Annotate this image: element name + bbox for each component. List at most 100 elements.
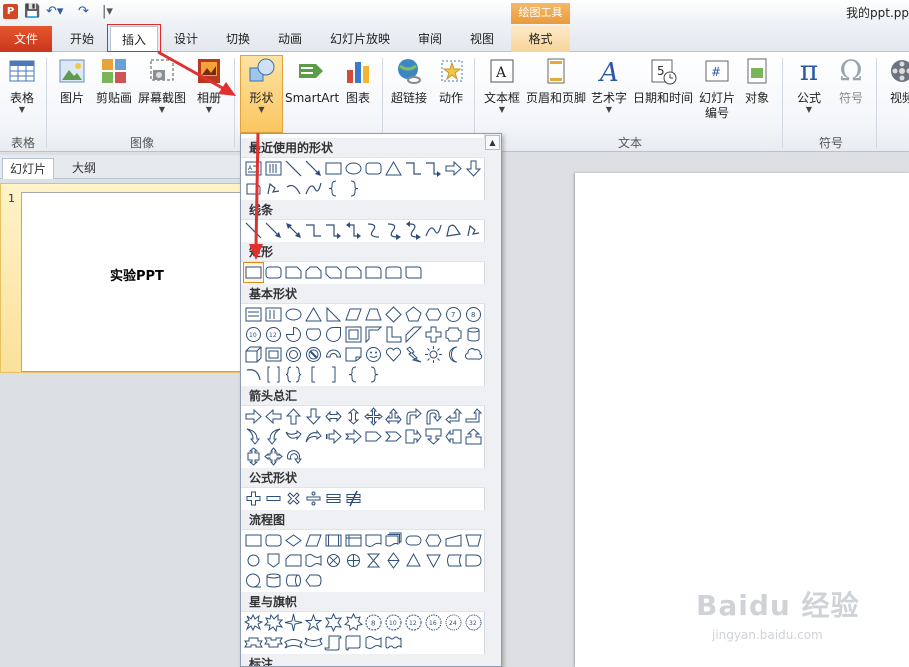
- object-button[interactable]: 对象: [740, 56, 774, 106]
- shape-vertical-textbox[interactable]: [264, 305, 283, 324]
- shape-trapezoid[interactable]: [364, 305, 383, 324]
- shape-pentagon-arrow[interactable]: [364, 427, 383, 446]
- shape-quad-arrow-callout[interactable]: [264, 447, 283, 466]
- shape-curved-down-arrow[interactable]: [304, 427, 323, 446]
- equation-button[interactable]: π 公式 ▼: [790, 56, 828, 114]
- shape-bevel[interactable]: [264, 345, 283, 364]
- shape-can[interactable]: [464, 325, 483, 344]
- shape-flowchart-process[interactable]: [244, 531, 263, 550]
- shape-right-triangle[interactable]: [324, 305, 343, 324]
- shape-cloud[interactable]: [464, 345, 483, 364]
- shape-scribble[interactable]: [464, 221, 483, 240]
- date-time-button[interactable]: 5 日期和时间: [631, 56, 695, 106]
- shape-right-bracket[interactable]: [324, 365, 343, 384]
- smartart-button[interactable]: SmartArt: [285, 56, 339, 106]
- shape-block-arc[interactable]: [324, 345, 343, 364]
- shape-moon[interactable]: [444, 345, 463, 364]
- shape-quad-arrow[interactable]: [364, 407, 383, 426]
- shape-explosion-2[interactable]: [264, 613, 283, 632]
- shape-striped-right-arrow[interactable]: [324, 427, 343, 446]
- shape-wave[interactable]: [364, 633, 383, 652]
- shape-down-arrow[interactable]: [464, 159, 483, 178]
- shape-arrow-line[interactable]: [304, 159, 323, 178]
- shape-plus[interactable]: [244, 489, 263, 508]
- shape-curved-double-arrow[interactable]: [404, 221, 423, 240]
- shape-bent-arrow[interactable]: [404, 407, 423, 426]
- shape-snip-single-corner[interactable]: [284, 263, 303, 282]
- header-footer-button[interactable]: 页眉和页脚: [525, 56, 587, 106]
- shape-right-arrow[interactable]: [444, 159, 463, 178]
- shape-elbow-connector[interactable]: [404, 159, 423, 178]
- shape-oval[interactable]: [344, 159, 363, 178]
- tab-file[interactable]: 文件: [0, 26, 52, 52]
- shape-flowchart-predefined-process[interactable]: [324, 531, 343, 550]
- shape-curved-arrow[interactable]: [384, 221, 403, 240]
- shape-flowchart-stored-data[interactable]: [444, 551, 463, 570]
- shape-down-arrow[interactable]: [304, 407, 323, 426]
- shape-half-frame[interactable]: [364, 325, 383, 344]
- gallery-scrollbar[interactable]: ▲: [484, 134, 501, 666]
- shape-right-brace[interactable]: [364, 365, 383, 384]
- shape-bent-up-arrow[interactable]: [464, 407, 483, 426]
- symbol-button[interactable]: Ω 符号: [832, 56, 870, 106]
- shape-vertical-textbox[interactable]: [264, 159, 283, 178]
- scroll-up-arrow-icon[interactable]: ▲: [485, 135, 500, 150]
- shape-flowchart-card[interactable]: [284, 551, 303, 570]
- tab-view[interactable]: 视图: [458, 26, 506, 52]
- shape-frame[interactable]: [344, 325, 363, 344]
- shape-plaque[interactable]: [444, 325, 463, 344]
- shape-minus[interactable]: [264, 489, 283, 508]
- shape-elbow-connector[interactable]: [304, 221, 323, 240]
- shape-elbow-double-arrow[interactable]: [344, 221, 363, 240]
- shape-flowchart-summing-junction[interactable]: [324, 551, 343, 570]
- shape-curved-left-arrow[interactable]: [264, 427, 283, 446]
- shape-snip-same-side[interactable]: [304, 263, 323, 282]
- shape-double-bracket[interactable]: [264, 365, 283, 384]
- shape-l-shape[interactable]: [384, 325, 403, 344]
- shape-arrow-line[interactable]: [264, 221, 283, 240]
- shape-flowchart-preparation[interactable]: [424, 531, 443, 550]
- shape-circular-arrow[interactable]: [284, 447, 303, 466]
- shape-freeform[interactable]: [444, 221, 463, 240]
- shape-snip-round[interactable]: [344, 263, 363, 282]
- shape-pie[interactable]: [284, 325, 303, 344]
- shape-octagon[interactable]: 8: [464, 305, 483, 324]
- clipart-button[interactable]: 剪贴画: [94, 56, 134, 106]
- shape-double-arrow-line[interactable]: [284, 221, 303, 240]
- shape-u-turn-arrow[interactable]: [424, 407, 443, 426]
- shape-flowchart-multidocument[interactable]: [384, 531, 403, 550]
- shape-round-diagonal[interactable]: [404, 263, 423, 282]
- tab-design[interactable]: 设计: [162, 26, 210, 52]
- shape-curved-down-ribbon[interactable]: [304, 633, 323, 652]
- shape-flowchart-document[interactable]: [364, 531, 383, 550]
- tab-slideshow[interactable]: 幻灯片放映: [318, 26, 402, 52]
- shape-line[interactable]: [244, 221, 263, 240]
- shape-flowchart-data[interactable]: [304, 531, 323, 550]
- shape-flowchart-internal-storage[interactable]: [344, 531, 363, 550]
- shape-up-arrow-callout[interactable]: [464, 427, 483, 446]
- shape-curve[interactable]: [424, 221, 443, 240]
- shape-left-right-up-arrow[interactable]: [384, 407, 403, 426]
- shape-lightning-bolt[interactable]: [404, 345, 423, 364]
- shape-left-brace[interactable]: [344, 365, 363, 384]
- shape-chord[interactable]: [304, 325, 323, 344]
- shape-decagon[interactable]: 10: [244, 325, 263, 344]
- powerpoint-app-icon[interactable]: P: [3, 4, 18, 19]
- shape-down-arrow-callout[interactable]: [424, 427, 443, 446]
- shape-divide[interactable]: [304, 489, 323, 508]
- shape-flowchart-off-page-connector[interactable]: [264, 551, 283, 570]
- shape-oval[interactable]: [284, 305, 303, 324]
- shape-explosion-1[interactable]: [244, 613, 263, 632]
- shape-flowchart-sequential-access[interactable]: [244, 571, 263, 590]
- slide-number-button[interactable]: # 幻灯片 编号: [697, 56, 737, 121]
- shape-flowchart-delay[interactable]: [464, 551, 483, 570]
- tab-animations[interactable]: 动画: [266, 26, 314, 52]
- shape-right-arrow-callout[interactable]: [404, 427, 423, 446]
- shape-cross[interactable]: [424, 325, 443, 344]
- tab-review[interactable]: 审阅: [406, 26, 454, 52]
- shape-flowchart-decision[interactable]: [284, 531, 303, 550]
- shape-parallelogram[interactable]: [344, 305, 363, 324]
- shape-flowchart-direct-access[interactable]: [284, 571, 303, 590]
- shape-double-brace[interactable]: [284, 365, 303, 384]
- shape-flowchart-punched-tape[interactable]: [304, 551, 323, 570]
